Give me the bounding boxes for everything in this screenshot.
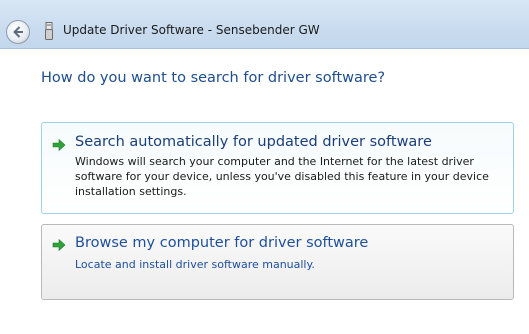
back-arrow-icon [13,26,23,38]
back-button[interactable] [6,20,30,44]
title-bar: Update Driver Software - Sensebender GW [0,0,529,49]
window-title: Update Driver Software - Sensebender GW [63,23,320,37]
green-arrow-icon [52,138,66,152]
option-description: Locate and install driver software manua… [75,258,315,271]
update-driver-window: Update Driver Software - Sensebender GW … [0,0,529,334]
page-heading: How do you want to search for driver sof… [41,70,386,86]
green-arrow-icon [52,238,66,252]
search-automatically-option[interactable]: Search automatically for updated driver … [41,122,514,214]
option-title: Browse my computer for driver software [75,235,369,251]
option-title: Search automatically for updated driver … [75,134,432,150]
usb-device-icon [45,22,53,40]
option-description: Windows will search your computer and th… [75,155,489,198]
browse-computer-option[interactable]: Browse my computer for driver software L… [41,224,514,300]
